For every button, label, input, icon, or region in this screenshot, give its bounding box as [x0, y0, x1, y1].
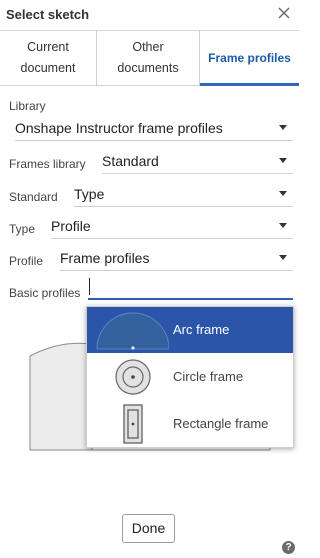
profile-value: Frame profiles	[60, 250, 150, 266]
library-select[interactable]: Onshape Instructor frame profiles	[15, 119, 293, 141]
tab-current-document[interactable]: Current document	[0, 31, 97, 85]
circle-frame-icon	[115, 359, 151, 395]
frames-library-select[interactable]: Standard	[102, 152, 293, 174]
library-label: Library	[9, 99, 46, 113]
dialog-titlebar: Select sketch	[0, 0, 299, 31]
tab-frame-profiles[interactable]: Frame profiles	[200, 31, 299, 86]
option-label: Rectangle frame	[173, 416, 269, 431]
profile-select[interactable]: Frame profiles	[60, 249, 293, 271]
chevron-down-icon	[279, 223, 287, 228]
text-caret	[89, 278, 90, 295]
chevron-down-icon	[279, 158, 287, 163]
chevron-down-icon	[279, 125, 287, 130]
basic-profiles-label: Basic profiles	[9, 286, 81, 300]
basic-profiles-dropdown: Arc frame Circle frame Rectangle frame	[86, 306, 294, 448]
option-label: Arc frame	[173, 322, 230, 337]
type-label: Type	[9, 222, 36, 236]
library-value: Onshape Instructor frame profiles	[15, 120, 223, 136]
type-value: Profile	[51, 218, 91, 234]
done-button[interactable]: Done	[122, 514, 175, 543]
profile-label: Profile	[9, 254, 44, 268]
chevron-down-icon	[279, 191, 287, 196]
type-select[interactable]: Profile	[51, 217, 293, 239]
help-icon[interactable]: ?	[282, 541, 295, 554]
chevron-down-icon	[279, 255, 287, 260]
select-sketch-dialog: Select sketch Current document Other doc…	[0, 0, 299, 558]
option-arc-frame[interactable]: Arc frame	[87, 307, 293, 353]
standard-select[interactable]: Type	[74, 185, 293, 207]
option-circle-frame[interactable]: Circle frame	[87, 354, 293, 400]
standard-label: Standard	[9, 190, 58, 204]
basic-profiles-input[interactable]	[88, 278, 293, 300]
frames-library-label: Frames library	[9, 157, 86, 171]
arc-frame-icon	[96, 312, 169, 350]
option-label: Circle frame	[173, 369, 244, 384]
tab-other-documents[interactable]: Other documents	[97, 31, 200, 85]
frames-library-value: Standard	[102, 153, 159, 169]
dialog-title: Select sketch	[6, 7, 90, 22]
rectangle-frame-icon	[123, 404, 143, 444]
sketch-source-tabs: Current document Other documents Frame p…	[0, 31, 299, 86]
option-rectangle-frame[interactable]: Rectangle frame	[87, 401, 293, 447]
standard-value: Type	[74, 186, 105, 202]
close-icon[interactable]	[277, 6, 291, 20]
